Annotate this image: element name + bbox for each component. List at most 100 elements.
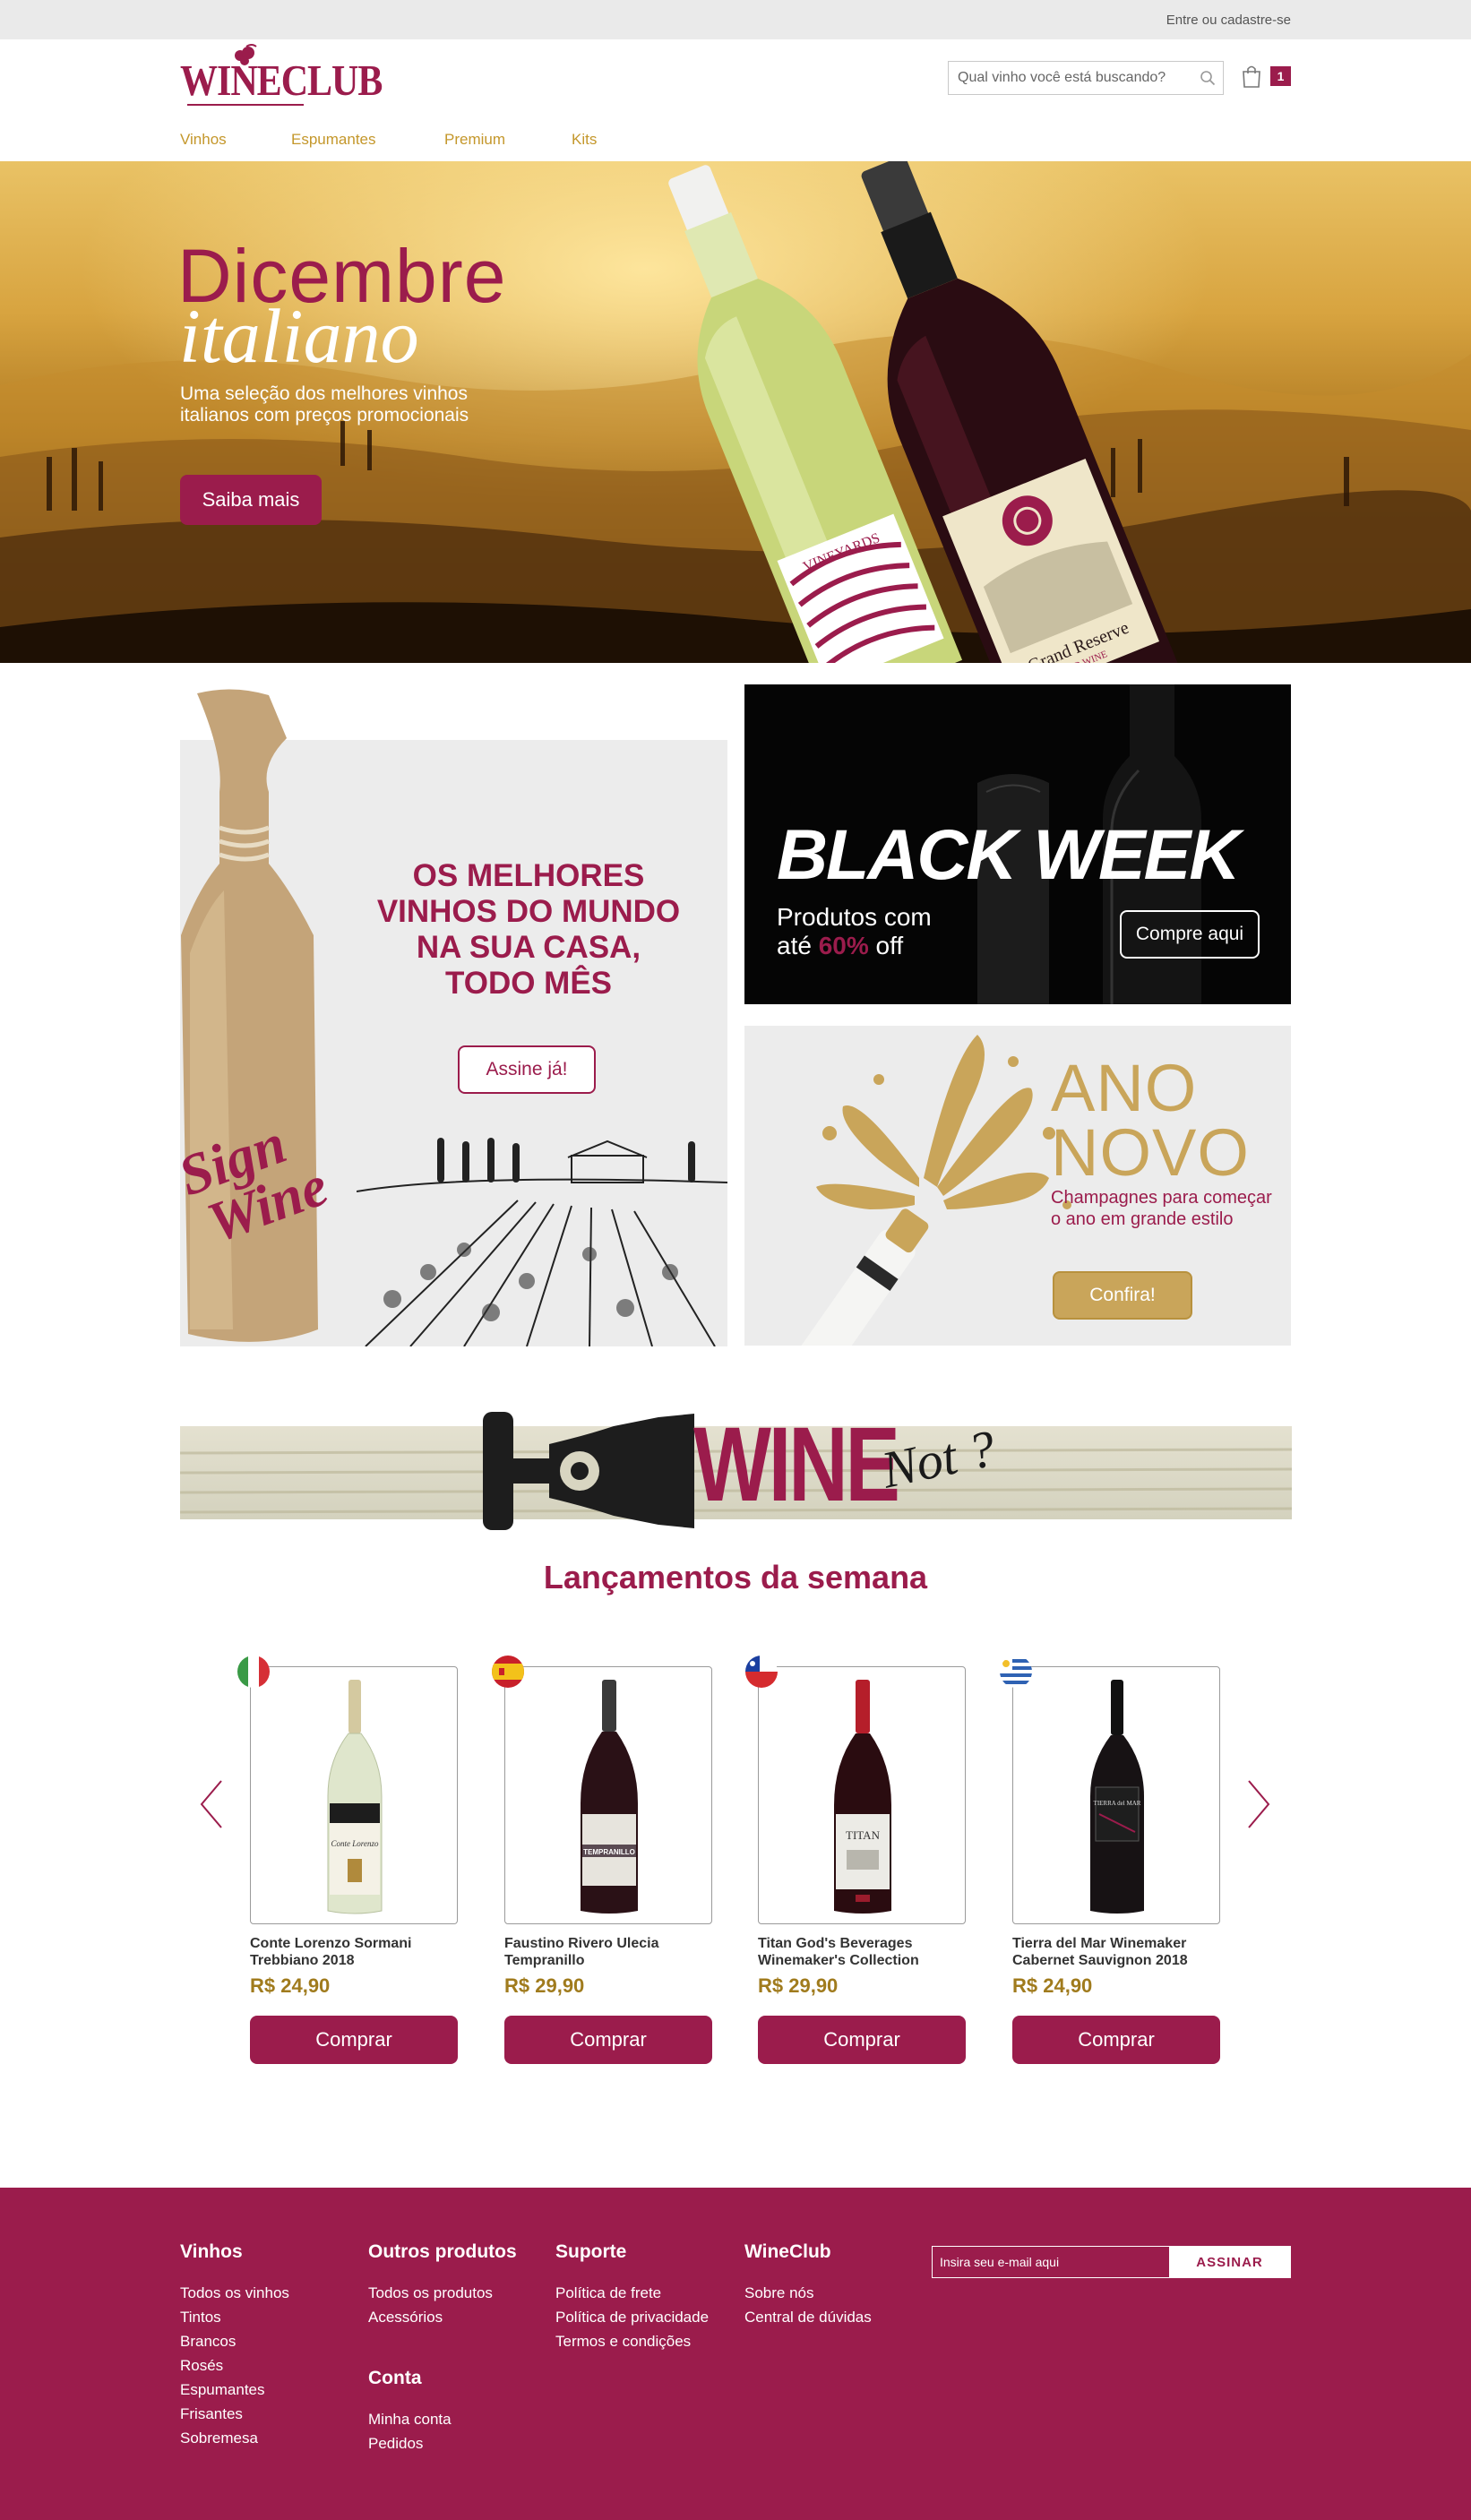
bottle-label-text: Conte Lorenzo [331,1839,379,1848]
product-name[interactable]: Faustino Rivero Ulecia Tempranillo [504,1935,719,1969]
footer-link[interactable]: Sobremesa [180,2426,289,2450]
footer-link[interactable]: Frisantes [180,2402,289,2426]
footer-link[interactable]: Central de dúvidas [744,2305,872,2329]
italy-flag-icon [237,1656,270,1688]
footer-heading: Conta [368,2368,422,2388]
footer-heading: Outros produtos [368,2241,517,2262]
product-price: R$ 29,90 [504,1974,585,1997]
footer-link[interactable]: Acessórios [368,2305,517,2329]
red-wine-bottle-image: TEMPRANILLO [581,1680,638,1914]
nav-item-vinhos[interactable]: Vinhos [180,131,227,149]
product-name[interactable]: Tierra del Mar Winemaker Cabernet Sauvig… [1012,1935,1227,1969]
carousel-prev-arrow-icon[interactable] [198,1779,225,1829]
hero-title-line2: italiano [179,293,419,379]
section-title-launches: Lançamentos da semana [543,1559,928,1595]
footer-link[interactable]: Tintos [180,2305,289,2329]
sign-title-line1: OS MELHORES [412,858,645,893]
bottle-label-text: TITAN [846,1828,881,1842]
product-name[interactable]: Titan God's Beverages Winemaker's Collec… [758,1935,973,1969]
wineclub-logo[interactable]: WINECLUB [180,43,383,113]
search-box[interactable] [948,61,1224,95]
login-link[interactable]: Entre ou cadastre-se [1166,13,1291,28]
check-it-button[interactable]: Confira! [1053,1271,1192,1320]
buy-button[interactable]: Comprar [758,2016,966,2064]
red-wine-bottle-image: TITAN [834,1680,891,1914]
wine-bottles-image: VINEYARDS Grand Reserve RED WINE [668,161,1178,663]
footer-link[interactable]: Pedidos [368,2431,452,2455]
footer-link[interactable]: Política de frete [555,2281,709,2305]
ano-novo-banner[interactable]: ANO NOVO Champagnes para começar o ano e… [744,1026,1291,1346]
white-wine-bottle-image: Conte Lorenzo [327,1680,383,1914]
footer-column-conta: Conta Minha conta Pedidos [368,2368,452,2455]
sign-wine-title: OS MELHORES VINHOS DO MUNDO NA SUA CASA,… [340,858,717,1002]
black-sub-line2: até 60% off [777,932,932,960]
search-input[interactable] [958,62,1192,94]
footer-column-suporte: Suporte Política de frete Política de pr… [555,2241,709,2353]
hero-subtitle: Uma seleção dos melhores vinhos italiano… [180,383,469,426]
logo-underline [187,104,304,106]
product-image-frame[interactable]: Conte Lorenzo [250,1666,458,1924]
product-price: R$ 24,90 [1012,1974,1093,1997]
shop-now-button[interactable]: Compre aqui [1120,910,1260,959]
footer-link[interactable]: Brancos [180,2329,289,2353]
black-sub-post: off [868,932,904,959]
subscribe-button[interactable]: Assine já! [458,1045,596,1094]
hero-banner: Dicembre italiano Uma seleção dos melhor… [0,161,1471,663]
top-bar: Entre ou cadastre-se [0,0,1471,39]
shopping-bag-icon[interactable] [1242,65,1261,88]
red-wine-bottle-image: TIERRA del MAR [1090,1680,1144,1914]
uruguay-flag-icon [1000,1656,1032,1688]
footer-heading: Vinhos [180,2241,243,2262]
footer-heading: WineClub [744,2241,831,2262]
ano-novo-subtitle: Champagnes para começar o ano em grande … [1051,1188,1272,1229]
footer-column-vinhos: Vinhos Todos os vinhos Tintos Brancos Ro… [180,2241,289,2450]
corkscrew-bottle-icon [483,1412,694,1530]
footer-link[interactable]: Termos e condições [555,2329,709,2353]
newsletter-form: ASSINAR [932,2246,1291,2278]
footer-link[interactable]: Espumantes [180,2378,289,2402]
black-week-title: BLACK WEEK [777,814,1240,894]
hero-cta-button[interactable]: Saiba mais [180,475,322,525]
footer-column-outros: Outros produtos Todos os produtos Acessó… [368,2241,517,2329]
wine-not-word: WINE [693,1406,900,1524]
nav-item-espumantes[interactable]: Espumantes [291,131,376,149]
sign-title-line2: VINHOS DO MUNDO [376,894,681,929]
sign-title-line3: NA SUA CASA, [416,930,641,965]
newsletter-email-input[interactable] [940,2247,1164,2277]
footer-column-wineclub: WineClub Sobre nós Central de dúvidas [744,2241,872,2329]
product-image-frame[interactable]: TEMPRANILLO [504,1666,712,1924]
ano-novo-title: ANO NOVO [1051,1051,1250,1190]
footer-heading: Suporte [555,2241,627,2262]
bottle-label-text: TEMPRANILLO [583,1848,635,1856]
bottle-label-text: TIERRA del MAR [1094,1800,1141,1807]
black-sub-line1: Produtos com [777,903,932,931]
ano-title-line2: NOVO [1051,1115,1250,1190]
buy-button[interactable]: Comprar [250,2016,458,2064]
spain-flag-icon [492,1656,524,1688]
product-name[interactable]: Conte Lorenzo Sormani Trebbiano 2018 [250,1935,465,1969]
chile-flag-icon [745,1656,778,1688]
carousel-next-arrow-icon[interactable] [1245,1779,1272,1829]
black-week-subtitle: Produtos com até 60% off [777,903,932,960]
discount-highlight: 60% [818,932,869,959]
nav-item-kits[interactable]: Kits [572,131,597,149]
buy-button[interactable]: Comprar [1012,2016,1220,2064]
ano-title-line1: ANO [1051,1051,1198,1125]
cart-count-badge[interactable]: 1 [1270,66,1291,86]
footer-link[interactable]: Minha conta [368,2407,452,2431]
wrapped-bottle-image: Sign Wine [170,689,336,1342]
footer-link[interactable]: Sobre nós [744,2281,872,2305]
footer-link[interactable]: Rosés [180,2353,289,2378]
black-sub-pre: até [777,932,819,959]
black-week-banner[interactable]: BLACK WEEK Produtos com até 60% off Comp… [744,684,1291,1004]
product-image-frame[interactable]: TIERRA del MAR [1012,1666,1220,1924]
buy-button[interactable]: Comprar [504,2016,712,2064]
footer-link[interactable]: Todos os vinhos [180,2281,289,2305]
nav-item-premium[interactable]: Premium [444,131,505,149]
newsletter-subscribe-button[interactable]: ASSINAR [1169,2247,1290,2277]
product-image-frame[interactable]: TITAN [758,1666,966,1924]
footer-link[interactable]: Política de privacidade [555,2305,709,2329]
vineyard-sketch-image [357,1138,727,1346]
footer-link[interactable]: Todos os produtos [368,2281,517,2305]
search-icon[interactable] [1200,70,1216,86]
